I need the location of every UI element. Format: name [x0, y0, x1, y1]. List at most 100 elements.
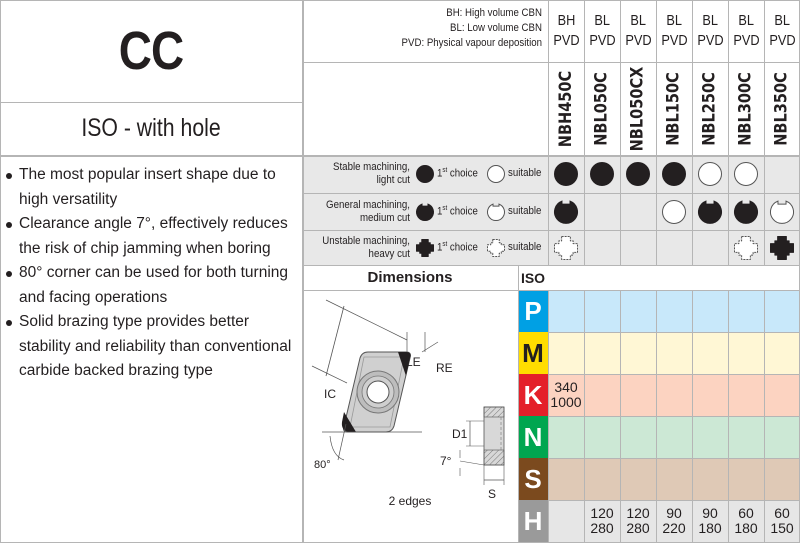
grid-line — [0, 0, 800, 1]
grade-type: BL — [702, 12, 718, 29]
insert-shape-title: CC — [118, 21, 184, 81]
grid-line — [764, 0, 765, 265]
first-choice-label: 1st choice — [437, 204, 478, 218]
legend-pvd: PVD: Physical vapour deposition — [401, 37, 542, 49]
grade-name-header: NBL150C — [656, 62, 692, 155]
insert-shape-subtitle: ISO - with hole — [81, 114, 221, 142]
grade-type: BH — [557, 12, 575, 29]
label-line: light cut — [376, 174, 410, 186]
label-line: Stable machining, — [333, 161, 410, 173]
solid-circle-first-choice-icon — [415, 164, 435, 184]
grade-type-header: BL PVD — [692, 0, 728, 62]
dim-label-7deg: 7° — [440, 454, 452, 468]
iso-group-n: N — [518, 416, 548, 458]
first-choice-label: 1st choice — [437, 240, 478, 254]
grid-line — [728, 0, 729, 265]
grade-coating: PVD — [696, 32, 724, 49]
cutting-speed-range: 90 220 — [662, 505, 686, 536]
grade-type-header: BL PVD — [656, 0, 692, 62]
grid-line — [584, 290, 585, 543]
iso-row-k — [548, 374, 800, 416]
grade-coating: PVD — [660, 32, 688, 49]
first-choice-notched-circle-icon — [553, 199, 579, 225]
grade-type-header: BH PVD — [548, 0, 584, 62]
grid-line — [548, 374, 800, 375]
grid-line — [548, 290, 549, 543]
iso-row-s — [548, 458, 800, 500]
dim-label-re: RE — [436, 361, 453, 375]
grid-line — [302, 62, 800, 63]
cutting-speed-range: 340 1000 — [550, 379, 582, 410]
dim-label-le: LE — [406, 355, 421, 369]
grade-name-header: NBL250C — [692, 62, 728, 155]
feature-item: Clearance angle 7°, effectively reduces … — [6, 212, 300, 261]
suitable-label: suitable — [508, 204, 542, 217]
grade-name-header: NBL350C — [764, 62, 800, 155]
label-line: heavy cut — [368, 247, 410, 260]
grade-type: BL — [666, 12, 682, 29]
grid-line — [620, 290, 621, 543]
dimensions-header: Dimensions — [367, 269, 453, 286]
grade-type-header: BL PVD — [620, 0, 656, 62]
grid-line — [584, 0, 585, 265]
grid-line — [620, 0, 621, 265]
dim-label-ic: IC — [324, 387, 336, 401]
bullet-icon — [6, 222, 12, 228]
grid-line — [692, 290, 693, 543]
grid-line — [548, 458, 800, 459]
bullet-icon — [6, 320, 12, 326]
grade-type-header: BL PVD — [728, 0, 764, 62]
grid-line — [302, 230, 800, 231]
grid-line — [302, 265, 800, 266]
grid-line — [0, 155, 800, 157]
grid-line — [0, 102, 302, 103]
first-choice-solid-circle-icon — [553, 161, 579, 187]
first-choice-solid-circle-icon — [625, 161, 651, 187]
grade-legend: BH: High volume CBN BL: Low volume CBN P… — [302, 6, 542, 51]
grid-line — [302, 0, 304, 543]
machining-condition-label: Unstable machining, heavy cut — [302, 235, 410, 261]
grid-line — [548, 500, 800, 501]
cross-insert-suitable-icon — [486, 238, 506, 258]
label-line: medium cut — [359, 211, 410, 224]
grid-line — [302, 290, 800, 291]
suitable-notched-circle-icon — [769, 199, 795, 225]
iso-group-k: K — [518, 374, 548, 416]
feature-list: The most popular insert shape due to hig… — [6, 163, 300, 384]
grade-name: NBL250C — [700, 71, 721, 146]
iso-group-h: H — [518, 500, 548, 542]
feature-item: The most popular insert shape due to hig… — [6, 163, 300, 212]
bullet-icon — [6, 271, 12, 277]
grade-name-header: NBL050C — [584, 62, 620, 155]
first-choice-solid-circle-icon — [589, 161, 615, 187]
grade-name-header: NBL300C — [728, 62, 764, 155]
suitable-solid-circle-icon — [697, 161, 723, 187]
legend-bh: BH: High volume CBN — [446, 7, 542, 19]
grade-name: NBL300C — [736, 71, 757, 146]
grade-name: NBL050C — [592, 71, 613, 146]
label-line: General machining, — [326, 198, 410, 211]
cutting-speed-range: 120 280 — [590, 505, 614, 536]
iso-group-p: P — [518, 290, 548, 332]
cutting-speed-range: 60 180 — [734, 505, 758, 536]
grid-line — [692, 0, 693, 265]
iso-group-m: M — [518, 332, 548, 374]
first-choice-notched-circle-icon — [733, 199, 759, 225]
iso-row-m — [548, 332, 800, 374]
grade-type: BL — [738, 12, 754, 29]
grade-name: NBL050CX — [628, 66, 648, 151]
dim-label-80deg: 80° — [314, 459, 331, 471]
feature-item: 80° corner can be used for both turning … — [6, 261, 300, 310]
grade-name: NBH450C — [556, 70, 576, 147]
grade-type: BL — [774, 12, 790, 29]
cutting-speed-range: 60 150 — [770, 505, 794, 536]
grid-line — [0, 0, 1, 543]
label-line: Unstable machining, — [322, 234, 410, 247]
suitable-label: suitable — [508, 240, 542, 253]
dim-label-d1: D1 — [452, 427, 468, 441]
grade-coating: PVD — [624, 32, 652, 49]
grade-name-header: NBL050CX — [620, 62, 656, 155]
grade-type: BL — [594, 12, 610, 29]
first-choice-label: 1st choice — [437, 167, 478, 180]
notched-circle-first-choice-icon — [415, 202, 435, 222]
